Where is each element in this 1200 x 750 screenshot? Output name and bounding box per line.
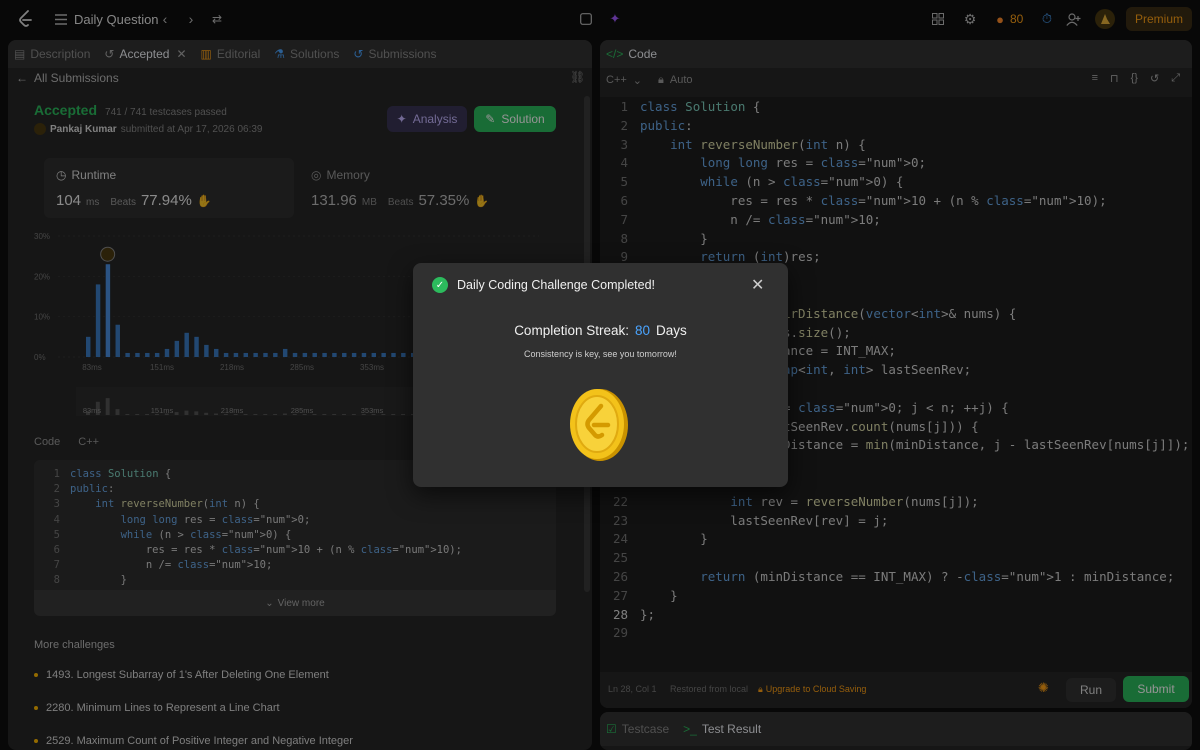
streak-label: Completion Streak: — [514, 323, 629, 338]
check-circle-icon: ✓ — [432, 277, 448, 293]
modal-subtitle: Consistency is key, see you tomorrow! — [524, 349, 677, 359]
coin-icon — [570, 389, 628, 461]
close-icon[interactable]: ✕ — [751, 275, 764, 295]
streak-value: 80 — [635, 323, 651, 338]
streak-unit: Days — [656, 323, 687, 338]
modal-title: Daily Coding Challenge Completed! — [457, 278, 656, 292]
challenge-complete-modal: ✓ Daily Coding Challenge Completed! ✕ Co… — [413, 263, 788, 487]
